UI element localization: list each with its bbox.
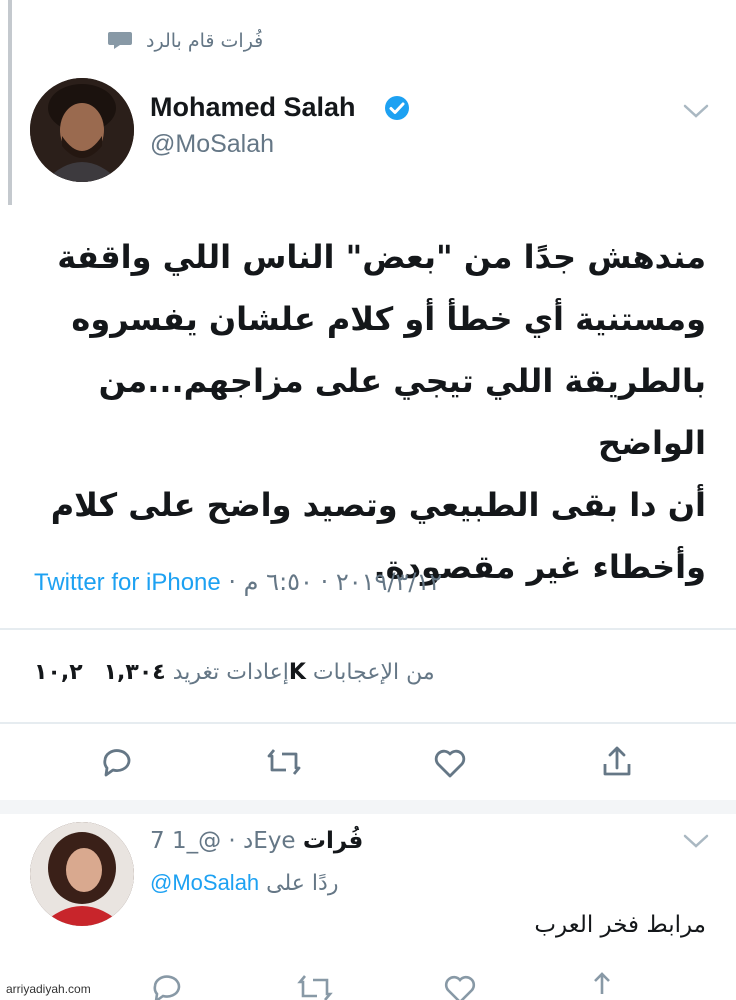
avatar[interactable] [30,78,134,182]
section-separator [0,800,736,814]
retweets-label[interactable]: إعادات تغريد [173,660,289,685]
watermark: arriyadiyah.com [6,982,91,996]
like-icon[interactable] [440,968,480,1000]
replying-to-mention[interactable]: @MoSalah [150,870,259,895]
reply-icon[interactable] [147,968,187,1000]
tweet-text: مندهش جدًا من "بعض" الناس اللي واقفة ومس… [26,226,706,598]
retweet-icon[interactable] [264,742,304,782]
chevron-down-icon[interactable] [682,102,710,120]
social-context-bar: فُرات قام بالرد [0,0,736,70]
likes-label[interactable]: من الإعجابات [313,660,435,685]
tweet-meta: Twitter for iPhone · ٢٠١٩/٣/١٢ · ٦:٥٠ م [34,568,714,597]
replying-to: @MoSalah ردًا على [150,870,338,896]
tweet-stats: إعادات تغريد ١,٣٠٤ ١٠,٢K من الإعجابات [34,660,714,685]
avatar-photo [30,78,134,182]
like-icon[interactable] [430,742,470,782]
share-icon[interactable] [597,742,637,782]
tweet-date: ٢٠١٩/٣/١٢ [335,568,443,596]
share-icon[interactable] [582,968,622,1000]
reply-text: مرابط فخر العرب [534,912,706,938]
tweet-text-line: بالطريقة اللي تيجي على مزاجهم...من الواض… [98,362,706,462]
divider [0,628,736,630]
reply-header: 7 د · @_1Eye فُرات [150,828,690,854]
reply-avatar-photo [30,822,134,926]
meta-separator: · [228,568,237,596]
chevron-down-icon[interactable] [682,832,710,850]
reply-author-name[interactable]: فُرات [303,828,363,854]
divider [0,722,736,724]
reply-bubble-icon [108,32,132,49]
author-handle[interactable]: @MoSalah [150,130,274,159]
reply-icon[interactable] [97,742,137,782]
retweet-icon[interactable] [295,968,335,1000]
replying-to-label: ردًا على [266,871,339,896]
verified-badge-icon [385,96,409,120]
tweet-time: ٦:٥٠ م [243,568,313,596]
tweet-text-line: ومستنية أي خطأ أو كلام علشان يفسروه [71,300,706,338]
meta-separator: · [228,828,236,854]
retweets-count[interactable]: ١,٣٠٤ [104,660,166,685]
tweet-text-line: مندهش جدًا من "بعض" الناس اللي واقفة [57,238,706,276]
meta-separator: · [320,568,329,596]
tweet-text-line: أن دا بقى الطبيعي وتصيد واضح على كلام [50,486,706,524]
thread-line [8,0,12,205]
social-context-text[interactable]: فُرات قام بالرد [146,30,263,52]
author-name[interactable]: Mohamed Salah [150,92,356,123]
tweet-client-link[interactable]: Twitter for iPhone [34,569,221,596]
reply-avatar[interactable] [30,822,134,926]
